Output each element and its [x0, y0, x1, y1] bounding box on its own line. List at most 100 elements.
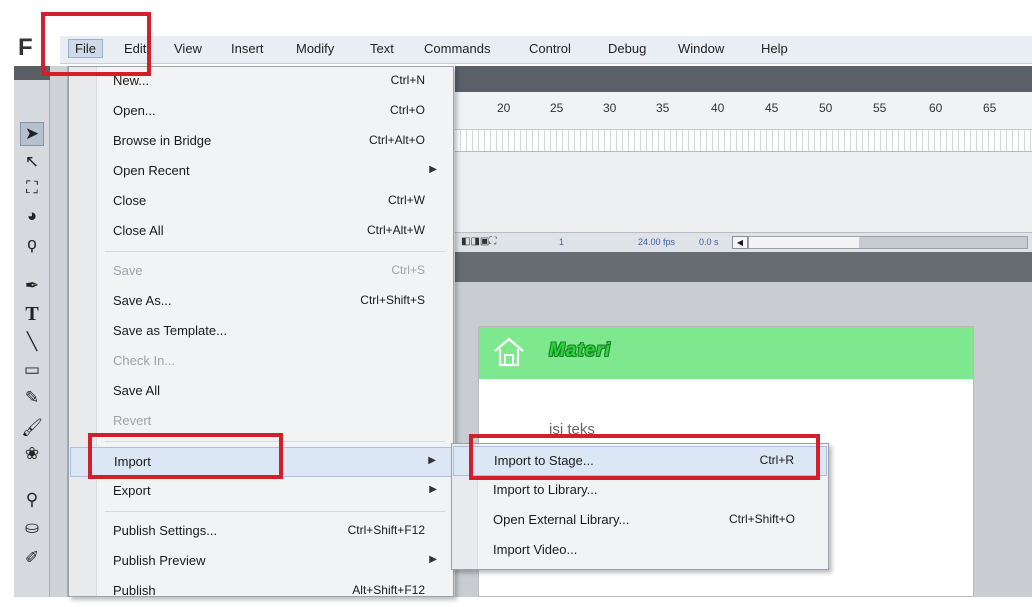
- menu-item-check-in[interactable]: Check In...: [70, 347, 453, 377]
- menu-item-label: Save All: [113, 383, 160, 398]
- menu-item-label: Import Video...: [493, 542, 578, 557]
- menu-item-import-video[interactable]: Import Video...: [453, 536, 827, 566]
- menu-item-shortcut: Ctrl+S: [391, 263, 425, 277]
- timeline-layers-area: [455, 152, 1032, 232]
- frame-number: 25: [550, 101, 564, 115]
- stage-title: Materi: [549, 340, 611, 361]
- menu-item-label: Publish Settings...: [113, 523, 218, 538]
- menu-bar: File Edit View Insert Modify Text Comman…: [60, 36, 1032, 64]
- menu-separator: [105, 511, 445, 512]
- text-tool-icon[interactable]: T: [20, 302, 44, 326]
- menu-item-save-all[interactable]: Save All: [70, 377, 453, 407]
- menu-modify[interactable]: Modify: [296, 41, 334, 56]
- menu-text[interactable]: Text: [370, 41, 394, 56]
- menu-item-close[interactable]: Close Ctrl+W: [70, 187, 453, 217]
- menu-item-label: Import to Library...: [493, 482, 598, 497]
- menu-debug[interactable]: Debug: [608, 41, 646, 56]
- menu-commands[interactable]: Commands: [424, 41, 490, 56]
- menu-item-export[interactable]: Export ▶: [70, 477, 453, 507]
- menu-item-close-all[interactable]: Close All Ctrl+Alt+W: [70, 217, 453, 247]
- line-tool-icon[interactable]: ╲: [20, 330, 44, 354]
- menu-item-publish-settings[interactable]: Publish Settings... Ctrl+Shift+F12: [70, 517, 453, 547]
- menu-item-label: Publish: [113, 583, 156, 598]
- menu-item-publish-preview[interactable]: Publish Preview ▶: [70, 547, 453, 577]
- home-icon[interactable]: [493, 337, 525, 367]
- menu-item-label: Browse in Bridge: [113, 133, 212, 148]
- free-transform-tool-icon[interactable]: ⛶: [20, 176, 44, 200]
- menu-item-label: Save as Template...: [113, 323, 227, 338]
- timeline-scrollbar[interactable]: [748, 236, 1028, 249]
- menu-control[interactable]: Control: [529, 41, 571, 56]
- rectangle-tool-icon[interactable]: ▭: [20, 358, 44, 382]
- menu-item-save[interactable]: Save Ctrl+S: [70, 257, 453, 287]
- menu-item-shortcut: Ctrl+W: [388, 193, 425, 207]
- panel-strip: [50, 66, 68, 597]
- menu-item-publish[interactable]: Publish Alt+Shift+F12: [70, 577, 453, 607]
- menu-item-label: Open...: [113, 103, 156, 118]
- menu-insert[interactable]: Insert: [231, 41, 264, 56]
- menu-item-open[interactable]: Open... Ctrl+O: [70, 97, 453, 127]
- bone-tool-icon[interactable]: ⚲: [20, 488, 44, 512]
- menu-item-shortcut: Ctrl+O: [389, 103, 425, 117]
- submenu-arrow-icon: ▶: [429, 554, 437, 565]
- menu-item-import-to-library[interactable]: Import to Library...: [453, 476, 827, 506]
- scroll-left-icon[interactable]: ◀: [732, 236, 748, 249]
- menu-item-shortcut: Alt+Shift+F12: [352, 583, 425, 597]
- elapsed-time: 0.0 s: [699, 237, 719, 247]
- frame-number: 60: [929, 101, 943, 115]
- menu-item-open-external-library[interactable]: Open External Library... Ctrl+Shift+O: [453, 506, 827, 536]
- frame-number: 40: [711, 101, 725, 115]
- highlight-box-file: [41, 12, 151, 76]
- menu-item-label: Publish Preview: [113, 553, 206, 568]
- menu-item-browse-in-bridge[interactable]: Browse in Bridge Ctrl+Alt+O: [70, 127, 453, 157]
- menu-item-shortcut: Ctrl+Alt+O: [368, 133, 425, 147]
- menu-item-label: Open Recent: [113, 163, 190, 178]
- timeline-ruler[interactable]: 20 25 30 35 40 45 50 55 60 65: [455, 92, 1032, 130]
- deco-tool-icon[interactable]: ❀: [20, 442, 44, 466]
- lasso-tool-icon[interactable]: ϙ: [20, 232, 44, 256]
- frame-number: 55: [873, 101, 887, 115]
- menu-item-save-as[interactable]: Save As... Ctrl+Shift+S: [70, 287, 453, 317]
- selection-tool-icon[interactable]: ➤: [20, 122, 44, 146]
- menu-help[interactable]: Help: [761, 41, 788, 56]
- highlight-box-import: [88, 433, 283, 479]
- brush-tool-icon[interactable]: 🖌: [20, 416, 44, 440]
- timeline-header: [455, 66, 1032, 92]
- frame-number: 30: [603, 101, 617, 115]
- menu-item-open-recent[interactable]: Open Recent ▶: [70, 157, 453, 187]
- menu-item-label: Revert: [113, 413, 152, 428]
- timeline-frames[interactable]: [455, 130, 1032, 152]
- frame-number: 50: [819, 101, 833, 115]
- menu-view[interactable]: View: [174, 41, 202, 56]
- paint-bucket-tool-icon[interactable]: ⛀: [20, 516, 44, 540]
- menu-window[interactable]: Window: [678, 41, 724, 56]
- eyedropper-tool-icon[interactable]: ✐: [20, 546, 44, 570]
- menu-item-label: Close: [113, 193, 147, 208]
- frame-number: 20: [497, 101, 511, 115]
- 3d-rotation-tool-icon[interactable]: ◕: [20, 204, 44, 228]
- frame-number: 35: [656, 101, 670, 115]
- menu-separator: [105, 251, 445, 252]
- scroll-thumb[interactable]: [749, 237, 859, 248]
- timeline-status-bar: ◧◨▣⛶ 1 24.00 fps 0.0 s ◀: [455, 232, 1032, 252]
- submenu-arrow-icon: ▶: [428, 455, 436, 466]
- submenu-arrow-icon: ▶: [429, 164, 437, 175]
- frame-number: 45: [765, 101, 779, 115]
- file-menu: New... Ctrl+N Open... Ctrl+O Browse in B…: [68, 66, 454, 598]
- edit-bar: [455, 252, 1032, 282]
- subselection-tool-icon[interactable]: ↖: [20, 150, 44, 174]
- frame-rate[interactable]: 24.00 fps: [638, 237, 675, 247]
- tools-panel: ➤ ↖ ⛶ ◕ ϙ ✒ T ╲ ▭ ✎ 🖌 ❀ ⚲ ⛀ ✐: [14, 66, 50, 597]
- menu-item-shortcut: Ctrl+Alt+W: [366, 223, 425, 237]
- onion-skin-icon[interactable]: ◧◨▣⛶: [461, 236, 496, 247]
- menu-item-shortcut: Ctrl+Shift+F12: [347, 523, 425, 537]
- submenu-arrow-icon: ▶: [429, 484, 437, 495]
- pen-tool-icon[interactable]: ✒: [20, 274, 44, 298]
- pencil-tool-icon[interactable]: ✎: [20, 386, 44, 410]
- app-logo: F: [18, 34, 33, 61]
- menu-item-label: Export: [113, 483, 151, 498]
- menu-item-shortcut: Ctrl+Shift+S: [360, 293, 425, 307]
- menu-item-label: Open External Library...: [493, 512, 630, 527]
- menu-item-label: Check In...: [113, 353, 176, 368]
- menu-item-save-as-template[interactable]: Save as Template...: [70, 317, 453, 347]
